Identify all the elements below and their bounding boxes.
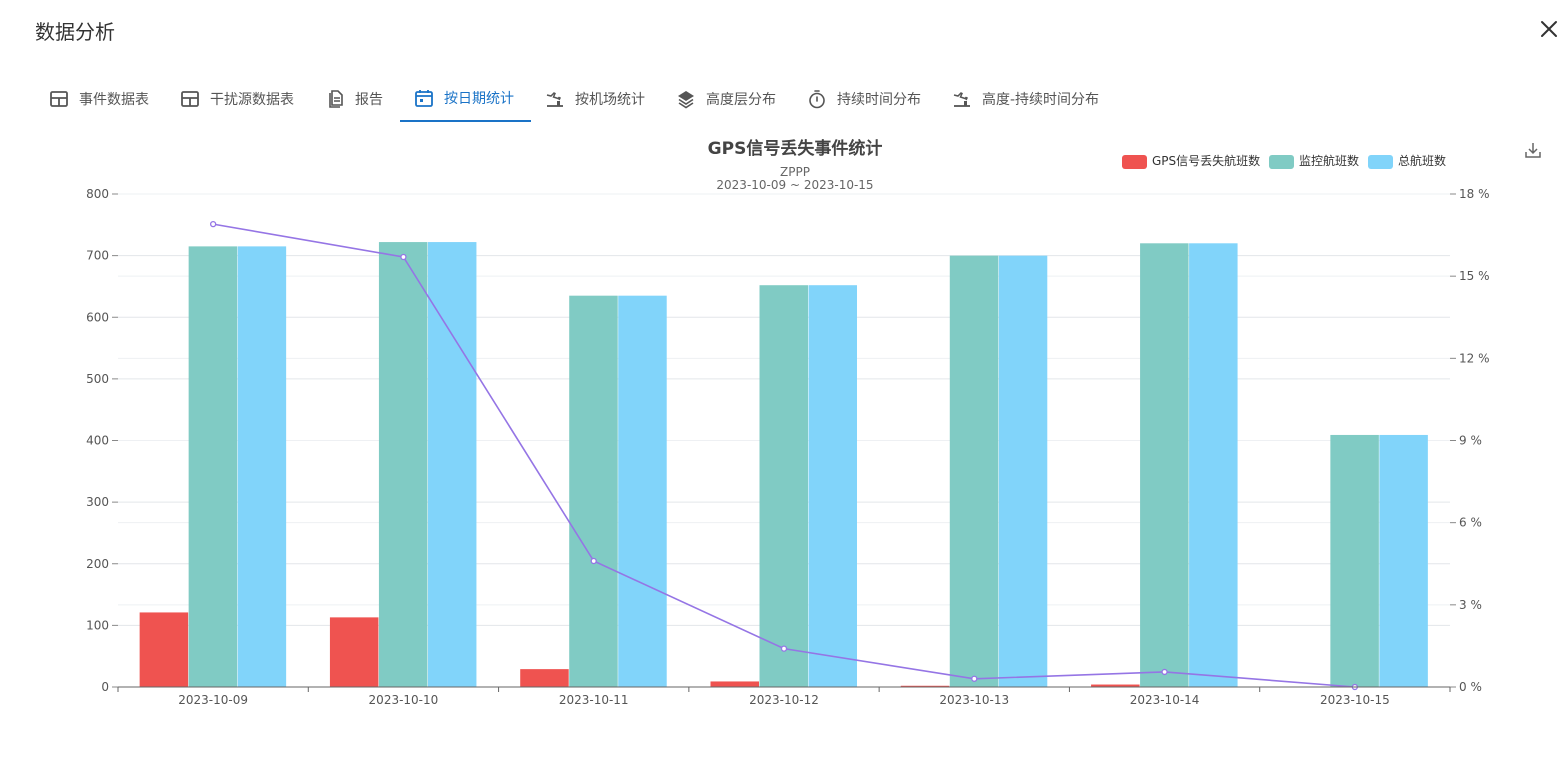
- y-tick-label: 600: [86, 310, 109, 324]
- table-icon: [50, 91, 68, 107]
- airport-icon: [953, 92, 970, 107]
- tab-altitude-distribution[interactable]: 高度层分布: [662, 76, 793, 122]
- legend-swatch: [1122, 155, 1147, 169]
- chart-title: GPS信号丢失事件统计: [708, 138, 883, 159]
- tab-label: 持续时间分布: [837, 92, 921, 108]
- tab-label: 按日期统计: [444, 91, 514, 107]
- chart-date-range: 2023-10-09 ~ 2023-10-15: [716, 178, 873, 192]
- close-icon[interactable]: [1538, 18, 1560, 40]
- bar: [1379, 434, 1428, 687]
- x-tick-label: 2023-10-15: [1320, 693, 1390, 707]
- y2-tick-label: 6 %: [1459, 516, 1482, 530]
- calendar-icon: [415, 90, 433, 107]
- bar: [618, 295, 667, 687]
- tab-label: 按机场统计: [575, 92, 645, 108]
- bar: [1330, 434, 1379, 687]
- chart-subtitle: ZPPP: [780, 165, 810, 179]
- x-tick-label: 2023-10-12: [749, 693, 819, 707]
- bar: [569, 295, 618, 687]
- table-icon: [181, 91, 199, 107]
- y-tick-label: 700: [86, 249, 109, 263]
- y2-tick-label: 9 %: [1459, 434, 1482, 448]
- tab-label: 报告: [355, 92, 383, 108]
- y-tick-label: 500: [86, 372, 109, 386]
- y-tick-label: 400: [86, 434, 109, 448]
- ratio-point: [780, 645, 788, 652]
- tab-label: 干扰源数据表: [210, 92, 294, 108]
- tab-label: 高度-持续时间分布: [982, 92, 1100, 108]
- legend-swatch: [1269, 155, 1294, 169]
- bar: [949, 255, 999, 687]
- x-tick-label: 2023-10-11: [559, 693, 629, 707]
- y2-tick-label: 3 %: [1459, 598, 1482, 612]
- bar: [188, 246, 238, 687]
- tab-report[interactable]: 报告: [311, 76, 400, 122]
- x-tick-label: 2023-10-13: [939, 693, 1009, 707]
- ratio-point: [1161, 668, 1168, 676]
- bar: [808, 285, 857, 687]
- tab-label: 高度层分布: [706, 92, 776, 108]
- timer-icon: [809, 90, 825, 109]
- y-tick-label: 800: [86, 187, 109, 201]
- bar: [237, 246, 287, 687]
- tab-by-date[interactable]: 按日期统计: [400, 76, 531, 122]
- bar: [759, 285, 808, 687]
- tab-altitude-duration-distribution[interactable]: 高度-持续时间分布: [938, 76, 1116, 122]
- legend-label: GPS信号丢失航班数: [1152, 153, 1260, 168]
- y-tick-label: 300: [86, 495, 109, 509]
- y2-tick-label: 18 %: [1459, 187, 1490, 201]
- y2-tick-label: 12 %: [1459, 351, 1490, 365]
- legend-label: 监控航班数: [1299, 153, 1359, 168]
- document-icon: [329, 90, 343, 108]
- tab-label: 事件数据表: [79, 92, 149, 108]
- ratio-point: [971, 675, 978, 682]
- y-tick-label: 100: [86, 618, 109, 632]
- tab-by-airport[interactable]: 按机场统计: [531, 76, 662, 122]
- y2-tick-label: 0 %: [1459, 680, 1482, 694]
- bar: [1140, 243, 1189, 688]
- bar: [329, 617, 379, 687]
- y-tick-label: 0: [101, 680, 109, 694]
- chart-legend: GPS信号丢失航班数 监控航班数 总航班数: [1122, 153, 1446, 169]
- tab-duration-distribution[interactable]: 持续时间分布: [793, 76, 938, 122]
- y2-tick-label: 15 %: [1459, 269, 1490, 283]
- legend-swatch: [1368, 155, 1393, 169]
- airport-icon: [546, 92, 563, 107]
- ratio-point: [209, 220, 217, 228]
- tab-bar: 事件数据表 干扰源数据表 报告 按日期统计 按机场统计 高度层分布 持续时间分布…: [35, 76, 1116, 124]
- bar: [520, 669, 569, 687]
- x-tick-label: 2023-10-14: [1130, 693, 1200, 707]
- x-tick-label: 2023-10-09: [178, 693, 248, 707]
- bar: [378, 242, 428, 687]
- bar: [998, 255, 1048, 687]
- bar: [1189, 243, 1238, 688]
- layers-icon: [678, 91, 694, 109]
- tab-event-table[interactable]: 事件数据表: [35, 76, 166, 122]
- ratio-point: [590, 557, 597, 565]
- bar: [710, 681, 759, 687]
- x-tick-label: 2023-10-10: [369, 693, 439, 707]
- bar: [139, 612, 189, 687]
- y-tick-label: 200: [86, 557, 109, 571]
- dialog-title: 数据分析: [35, 20, 115, 44]
- tab-interference-table[interactable]: 干扰源数据表: [166, 76, 311, 122]
- gps-loss-chart: 0 100 200 300 400 500 600 700 800 0 % 3 % 6 % 9 % 12 …: [86, 138, 1490, 707]
- legend-label: 总航班数: [1398, 153, 1446, 168]
- ratio-point: [400, 253, 407, 261]
